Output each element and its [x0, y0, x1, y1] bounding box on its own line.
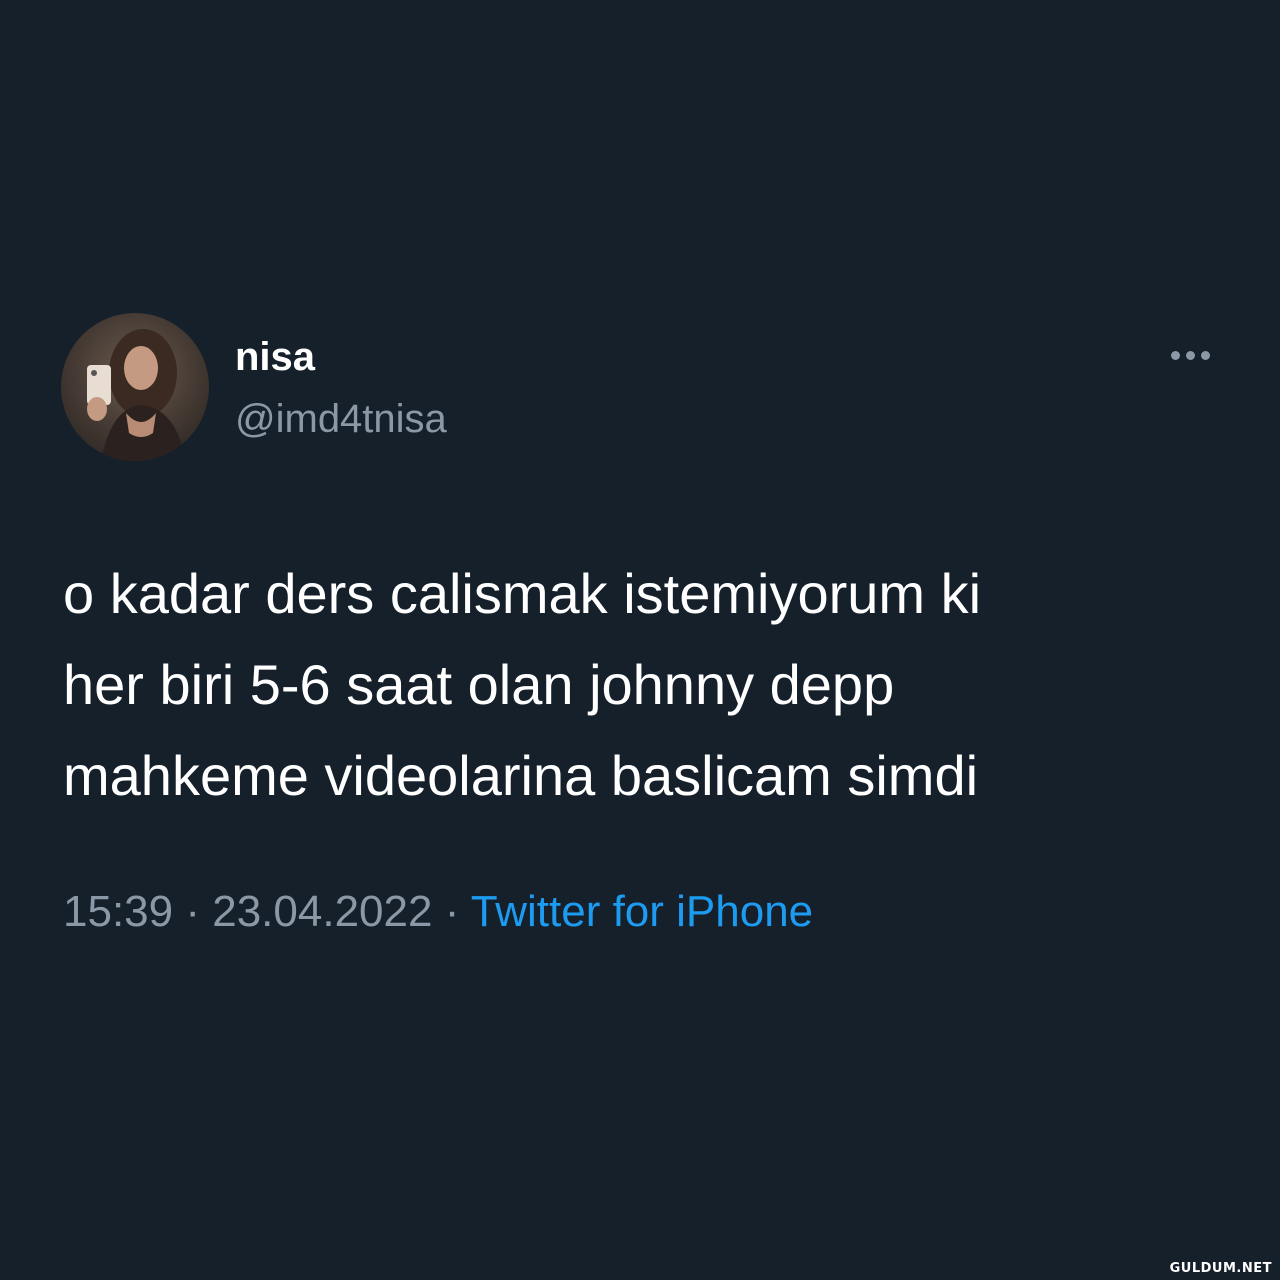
more-horizontal-icon	[1170, 350, 1180, 360]
user-handle[interactable]: @imd4tnisa	[235, 395, 447, 443]
watermark: GULDUM.NET	[1169, 1261, 1272, 1276]
tweet-time: 15:39	[63, 887, 174, 936]
meta-separator: ·	[185, 887, 200, 936]
avatar-photo	[61, 313, 209, 461]
tweet-text: o kadar ders calismak istemiyorum ki her…	[63, 548, 1233, 821]
more-horizontal-icon-dot	[1200, 350, 1210, 360]
avatar[interactable]	[61, 313, 209, 461]
tweet-text-line: o kadar ders calismak istemiyorum ki	[63, 562, 982, 625]
more-horizontal-icon-dot	[1185, 350, 1195, 360]
display-name[interactable]: nisa	[235, 333, 315, 381]
meta-separator: ·	[444, 887, 460, 936]
tweet-metadata: 15:39 · 23.04.2022 · Twitter for iPhone	[63, 885, 813, 939]
tweet-text-line: her biri 5-6 saat olan johnny depp	[63, 653, 895, 716]
more-options-button[interactable]	[1160, 335, 1220, 375]
tweet-source-link[interactable]: Twitter for iPhone	[471, 887, 813, 936]
tweet-text-line: mahkeme videolarina baslicam simdi	[63, 744, 979, 807]
tweet-screenshot: nisa @imd4tnisa o kadar ders calismak is…	[0, 0, 1280, 1280]
tweet-date: 23.04.2022	[212, 887, 433, 936]
